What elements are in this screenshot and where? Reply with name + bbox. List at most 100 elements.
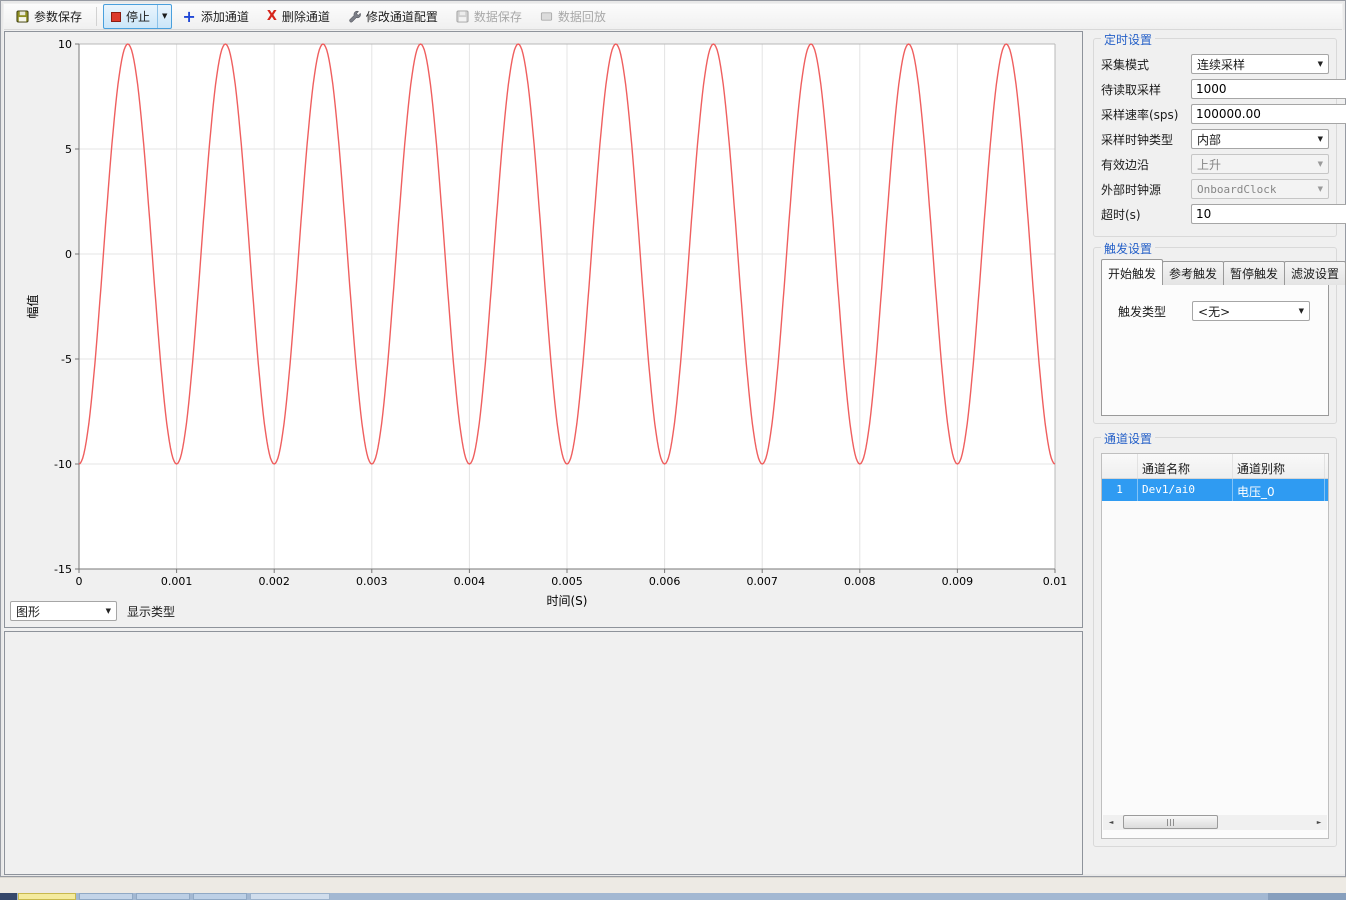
save-params-button[interactable]: 参数保存 bbox=[8, 4, 90, 29]
field-label: 有效边沿 bbox=[1101, 156, 1191, 173]
taskbar-button[interactable] bbox=[18, 893, 76, 900]
tab-暂停触发[interactable]: 暂停触发 bbox=[1223, 261, 1285, 285]
stop-dropdown-arrow[interactable]: ▼ bbox=[157, 5, 171, 28]
超时(s)-spinner: ▲▼ bbox=[1191, 204, 1337, 224]
field-label: 超时(s) bbox=[1101, 206, 1191, 223]
taskbar-start[interactable] bbox=[0, 893, 17, 900]
trigger-tabs: 开始触发参考触发暂停触发滤波设置 bbox=[1101, 263, 1329, 285]
wrench-icon bbox=[348, 10, 361, 23]
taskbar-button[interactable] bbox=[193, 893, 247, 900]
channel-row[interactable]: 1Dev1/ai0电压_010 bbox=[1102, 479, 1328, 501]
field-label: 外部时钟源 bbox=[1101, 181, 1191, 198]
plus-icon: + bbox=[182, 11, 195, 23]
chevron-down-icon: ▼ bbox=[1318, 186, 1323, 193]
timing-row: 采样速率(sps) ▲▼ bbox=[1101, 104, 1329, 124]
scroll-left-icon[interactable]: ◄ bbox=[1103, 819, 1119, 826]
trigger-group-title: 触发设置 bbox=[1101, 240, 1155, 257]
chart-panel: 1050-5-10-1500.0010.0020.0030.0040.0050.… bbox=[4, 31, 1083, 628]
taskbar-button[interactable] bbox=[79, 893, 133, 900]
column-header[interactable]: 通道名称 bbox=[1138, 454, 1233, 478]
timing-group-title: 定时设置 bbox=[1101, 31, 1155, 48]
app-window: 参数保存停止▼+添加通道X删除通道修改通道配置数据保存数据回放 1050-5-1… bbox=[0, 0, 1346, 877]
svg-text:0.01: 0.01 bbox=[1043, 575, 1068, 588]
scrollbar-thumb[interactable] bbox=[1123, 815, 1218, 829]
field-label: 待读取采样 bbox=[1101, 81, 1191, 98]
add-channel-button[interactable]: + 添加通道 bbox=[174, 4, 256, 29]
taskbar-button[interactable] bbox=[136, 893, 190, 900]
taskbar-button[interactable] bbox=[250, 893, 330, 900]
data-display-panel bbox=[4, 631, 1083, 875]
stop-button[interactable]: 停止 bbox=[104, 5, 157, 28]
trigger-tab-content: 触发类型 <无> ▼ bbox=[1101, 284, 1329, 416]
delete-channel-label: 删除通道 bbox=[282, 8, 330, 25]
field-label: 采样速率(sps) bbox=[1101, 106, 1191, 123]
trigger-type-label: 触发类型 bbox=[1118, 303, 1166, 320]
add-channel-label: 添加通道 bbox=[201, 8, 249, 25]
svg-text:0.003: 0.003 bbox=[356, 575, 388, 588]
timing-row: 有效边沿 上升 ▼ bbox=[1101, 154, 1329, 174]
column-header[interactable] bbox=[1102, 454, 1138, 478]
采样速率(sps)-input[interactable] bbox=[1191, 104, 1346, 124]
stop-icon bbox=[111, 12, 121, 22]
modify-channel-config-label: 修改通道配置 bbox=[366, 8, 438, 25]
channel-name: Dev1/ai0 bbox=[1138, 479, 1233, 501]
svg-text:0.008: 0.008 bbox=[844, 575, 876, 588]
combo-value: 上升 bbox=[1197, 156, 1221, 173]
combo-value: 内部 bbox=[1197, 131, 1221, 148]
scroll-right-icon[interactable]: ► bbox=[1311, 819, 1327, 826]
taskbar-tray[interactable] bbox=[1268, 893, 1346, 900]
timing-group: 定时设置 采集模式 连续采样 ▼待读取采样 ▲▼采样速率(sps) ▲▼采样时钟… bbox=[1093, 38, 1337, 237]
chevron-down-icon: ▼ bbox=[106, 608, 111, 615]
svg-text:0.006: 0.006 bbox=[649, 575, 681, 588]
stop-label: 停止 bbox=[126, 8, 150, 25]
tab-开始触发[interactable]: 开始触发 bbox=[1101, 259, 1163, 285]
svg-text:-15: -15 bbox=[54, 563, 72, 576]
channels-group: 通道设置 通道名称通道别称最大值 1Dev1/ai0电压_010 ◄ ► bbox=[1093, 437, 1337, 847]
有效边沿-select: 上升 ▼ bbox=[1191, 154, 1329, 174]
chevron-down-icon: ▼ bbox=[1318, 161, 1323, 168]
taskbar bbox=[0, 893, 1346, 900]
chevron-down-icon: ▼ bbox=[1318, 136, 1323, 143]
grip-icon bbox=[1167, 819, 1175, 826]
tab-参考触发[interactable]: 参考触发 bbox=[1162, 261, 1224, 285]
tab-滤波设置[interactable]: 滤波设置 bbox=[1284, 261, 1346, 285]
svg-text:-10: -10 bbox=[54, 458, 72, 471]
save-params-label: 参数保存 bbox=[34, 8, 82, 25]
svg-text:10: 10 bbox=[58, 38, 72, 51]
combo-value: OnboardClock bbox=[1197, 183, 1276, 196]
trigger-group: 触发设置 开始触发参考触发暂停触发滤波设置 触发类型 <无> ▼ bbox=[1093, 247, 1337, 424]
horizontal-scrollbar[interactable]: ◄ ► bbox=[1103, 815, 1327, 830]
svg-text:-5: -5 bbox=[61, 353, 72, 366]
stop-split-button: 停止 ▼ bbox=[103, 4, 172, 29]
toolbar: 参数保存停止▼+添加通道X删除通道修改通道配置数据保存数据回放 bbox=[4, 4, 1342, 30]
待读取采样-input[interactable] bbox=[1191, 79, 1346, 99]
svg-text:时间(S): 时间(S) bbox=[547, 594, 588, 608]
scrollbar-track[interactable] bbox=[1119, 815, 1311, 830]
svg-text:0: 0 bbox=[76, 575, 83, 588]
采样速率(sps)-spinner: ▲▼ bbox=[1191, 104, 1337, 124]
save-data-label: 数据保存 bbox=[474, 8, 522, 25]
channel-table: 通道名称通道别称最大值 1Dev1/ai0电压_010 ◄ ► bbox=[1101, 453, 1329, 839]
column-header[interactable]: 最大值 bbox=[1325, 454, 1329, 478]
timing-row: 待读取采样 ▲▼ bbox=[1101, 79, 1329, 99]
采集模式-select[interactable]: 连续采样 ▼ bbox=[1191, 54, 1329, 74]
floppy-icon bbox=[456, 10, 469, 23]
display-type-select[interactable]: 图形 ▼ bbox=[10, 601, 117, 621]
svg-text:0.005: 0.005 bbox=[551, 575, 583, 588]
channel-alias: 电压_0 bbox=[1233, 479, 1325, 501]
playback-icon bbox=[540, 10, 553, 23]
外部时钟源-select: OnboardClock ▼ bbox=[1191, 179, 1329, 199]
svg-text:0.002: 0.002 bbox=[258, 575, 290, 588]
modify-channel-config-button[interactable]: 修改通道配置 bbox=[340, 4, 446, 29]
delete-channel-button[interactable]: X删除通道 bbox=[259, 4, 338, 29]
timing-row: 外部时钟源 OnboardClock ▼ bbox=[1101, 179, 1329, 199]
trigger-type-select[interactable]: <无> ▼ bbox=[1192, 301, 1310, 321]
trigger-type-value: <无> bbox=[1198, 303, 1230, 320]
svg-text:0.004: 0.004 bbox=[454, 575, 486, 588]
column-header[interactable]: 通道别称 bbox=[1233, 454, 1325, 478]
svg-text:0.009: 0.009 bbox=[942, 575, 974, 588]
svg-text:0.007: 0.007 bbox=[746, 575, 778, 588]
采样时钟类型-select[interactable]: 内部 ▼ bbox=[1191, 129, 1329, 149]
svg-text:幅值: 幅值 bbox=[25, 294, 40, 318]
超时(s)-input[interactable] bbox=[1191, 204, 1346, 224]
